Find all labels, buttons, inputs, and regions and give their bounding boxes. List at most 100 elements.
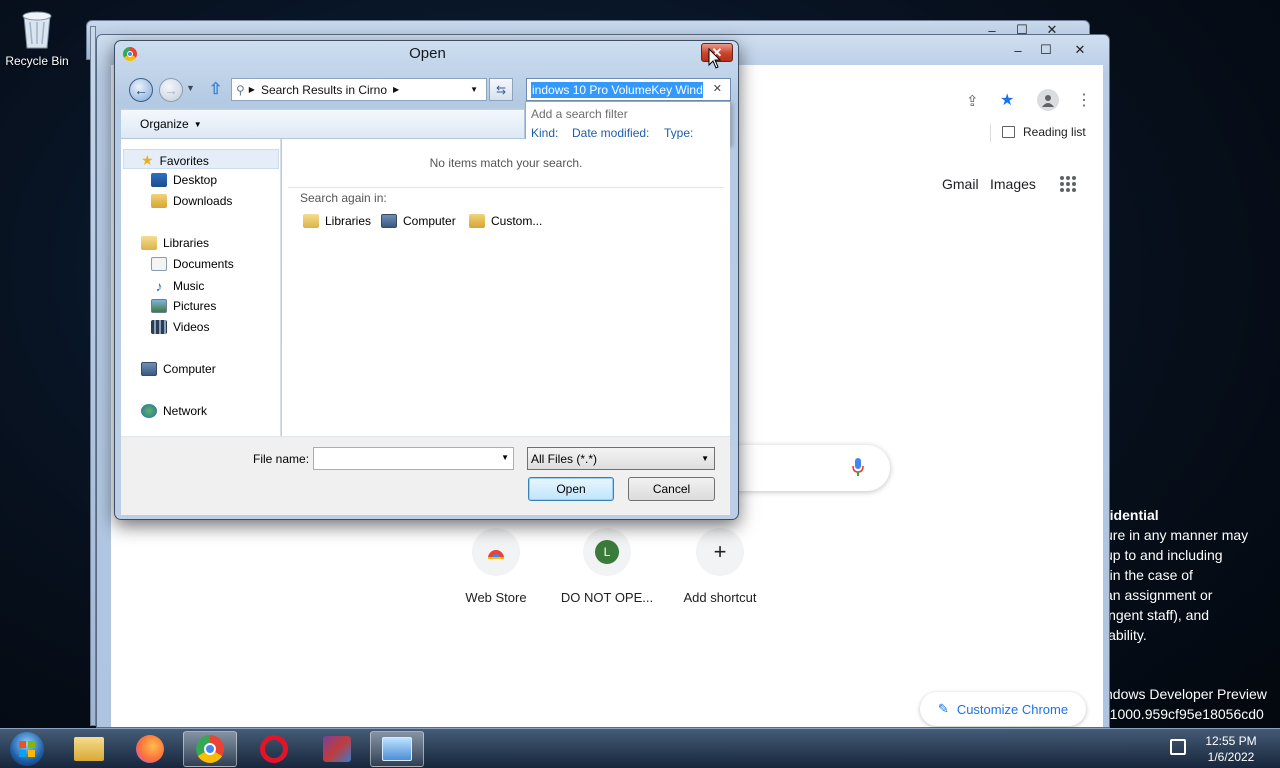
bookmark-star-icon[interactable]: ★ <box>1000 90 1014 110</box>
explorer-folder-icon <box>74 737 104 761</box>
filter-type[interactable]: Type: <box>664 126 693 140</box>
nav-favorites[interactable]: ★ Favorites <box>141 152 209 169</box>
chrome-icon <box>196 735 224 763</box>
filter-date-modified[interactable]: Date modified: <box>572 126 649 140</box>
shortcut-label: DO NOT OPE... <box>560 590 654 605</box>
build-watermark: ndows Developer Preview -1000.959cf95e18… <box>1105 684 1267 724</box>
chrome-maximize-icon[interactable]: ☐ <box>1033 41 1059 59</box>
taskbar-control-panel[interactable] <box>370 731 424 767</box>
reading-list-label: Reading list <box>1023 125 1086 139</box>
chrome-close-icon[interactable]: ✕ <box>1067 41 1093 59</box>
recycle-bin[interactable]: Recycle Bin <box>4 6 70 68</box>
nav-label: Music <box>173 279 205 293</box>
menu-dots-icon[interactable]: ⋮ <box>1076 90 1092 110</box>
gmail-link[interactable]: Gmail <box>942 176 979 192</box>
search-location-custom[interactable]: Custom... <box>469 214 542 228</box>
file-type-select[interactable]: All Files (*.*) ▼ <box>527 447 715 470</box>
nav-music[interactable]: ♪ Music <box>151 278 205 294</box>
microphone-icon[interactable] <box>852 458 864 479</box>
build-line: -1000.959cf95e18056cd0 <box>1105 706 1264 722</box>
filter-kind[interactable]: Kind: <box>531 126 558 140</box>
images-link[interactable]: Images <box>990 176 1036 192</box>
nav-desktop[interactable]: Desktop <box>151 173 217 187</box>
nav-libraries[interactable]: Libraries <box>141 236 209 250</box>
site-avatar-icon: L <box>595 540 619 564</box>
customize-chrome-button[interactable]: ✎ Customize Chrome <box>920 692 1086 726</box>
search-input-text: indows 10 Pro VolumeKey Wind <box>531 81 703 98</box>
nav-computer[interactable]: Computer <box>141 362 216 376</box>
nav-label: Videos <box>173 320 210 334</box>
organize-button[interactable]: Organize ▼ <box>140 117 202 131</box>
taskbar-clock[interactable]: 12:55 PM 1/6/2022 <box>1196 733 1266 765</box>
nav-label: Libraries <box>163 236 210 250</box>
file-type-value: All Files (*.*) <box>531 451 598 466</box>
taskbar-opera[interactable] <box>247 731 301 767</box>
nav-downloads[interactable]: Downloads <box>151 194 232 208</box>
open-button[interactable]: Open <box>528 477 614 501</box>
documents-icon <box>151 257 167 271</box>
firefox-icon <box>136 735 164 763</box>
star-icon: ★ <box>141 152 154 168</box>
file-name-dropdown-icon[interactable]: ▼ <box>501 453 509 462</box>
up-arrow-icon[interactable]: ⇧ <box>209 79 222 99</box>
file-name-input[interactable]: ▼ <box>313 447 514 470</box>
pencil-icon: ✎ <box>937 701 949 716</box>
shortcut-label: Add shortcut <box>683 590 757 605</box>
taskbar-explorer[interactable] <box>62 731 116 767</box>
search-input[interactable]: indows 10 Pro VolumeKey Wind ✕ <box>526 78 731 101</box>
file-list-pane[interactable]: No items match your search. Search again… <box>282 139 730 436</box>
desktop-icon <box>151 173 167 187</box>
archive-icon <box>323 736 351 762</box>
forward-arrow-icon[interactable]: → <box>159 78 183 102</box>
network-tray-icon[interactable] <box>1170 739 1186 755</box>
nav-videos[interactable]: Videos <box>151 320 209 334</box>
watermark-text: fidential ure in any manner may up to an… <box>1105 505 1248 645</box>
share-icon[interactable]: ⇪ <box>966 92 979 110</box>
apps-grid-icon[interactable] <box>1060 176 1076 192</box>
clock-date: 1/6/2022 <box>1207 750 1255 764</box>
libraries-icon <box>303 214 319 228</box>
search-location-libraries[interactable]: Libraries <box>303 214 371 228</box>
watermark-line: an assignment or <box>1105 587 1213 603</box>
chrome-minimize-icon[interactable]: – <box>1005 41 1031 59</box>
clear-search-icon[interactable]: ✕ <box>713 82 722 95</box>
nav-network[interactable]: Network <box>141 404 207 418</box>
nav-label: Downloads <box>173 194 233 208</box>
address-path: Search Results in Cirno <box>260 82 388 97</box>
address-bar[interactable]: ⚲ ▶ Search Results in Cirno ▶ ▼ <box>231 78 487 101</box>
clock-time: 12:55 PM <box>1205 734 1257 748</box>
search-location-computer[interactable]: Computer <box>381 214 456 228</box>
pictures-icon <box>151 299 167 313</box>
videos-icon <box>151 320 167 334</box>
command-bar: Organize ▼ <box>121 109 524 139</box>
nav-label: Pictures <box>173 299 217 313</box>
nav-pictures[interactable]: Pictures <box>151 299 216 313</box>
taskbar-chrome[interactable] <box>183 731 237 767</box>
shortcut-do-not-open[interactable]: L DO NOT OPE... <box>557 528 657 605</box>
shortcut-web-store[interactable]: Web Store <box>446 528 546 605</box>
back-arrow-icon[interactable]: ← <box>129 78 153 102</box>
folder-icon <box>469 214 485 228</box>
search-results-icon: ⚲ <box>236 82 245 97</box>
divider <box>288 187 724 188</box>
watermark-heading: fidential <box>1105 507 1159 523</box>
nav-label: Computer <box>163 362 216 376</box>
refresh-icon[interactable]: ⇆ <box>489 78 513 101</box>
recent-pages-chevron-icon[interactable]: ▼ <box>186 83 195 93</box>
cancel-button[interactable]: Cancel <box>628 477 715 501</box>
taskbar-winrar[interactable] <box>310 731 364 767</box>
location-label: Libraries <box>325 214 372 228</box>
start-button[interactable] <box>4 731 50 767</box>
watermark-line: iability. <box>1105 627 1147 643</box>
address-dropdown-icon[interactable]: ▼ <box>470 85 478 94</box>
reading-list[interactable]: Reading list <box>1002 125 1086 139</box>
nav-documents[interactable]: Documents <box>151 257 234 271</box>
profile-icon[interactable] <box>1037 89 1059 111</box>
shortcut-add[interactable]: + Add shortcut <box>670 528 770 605</box>
watermark-line: ingent staff), and <box>1105 607 1210 623</box>
taskbar <box>0 728 1280 768</box>
taskbar-firefox[interactable] <box>123 731 177 767</box>
customize-label: Customize Chrome <box>956 701 1069 717</box>
search-again-label: Search again in: <box>300 191 387 205</box>
opera-icon <box>260 735 288 763</box>
